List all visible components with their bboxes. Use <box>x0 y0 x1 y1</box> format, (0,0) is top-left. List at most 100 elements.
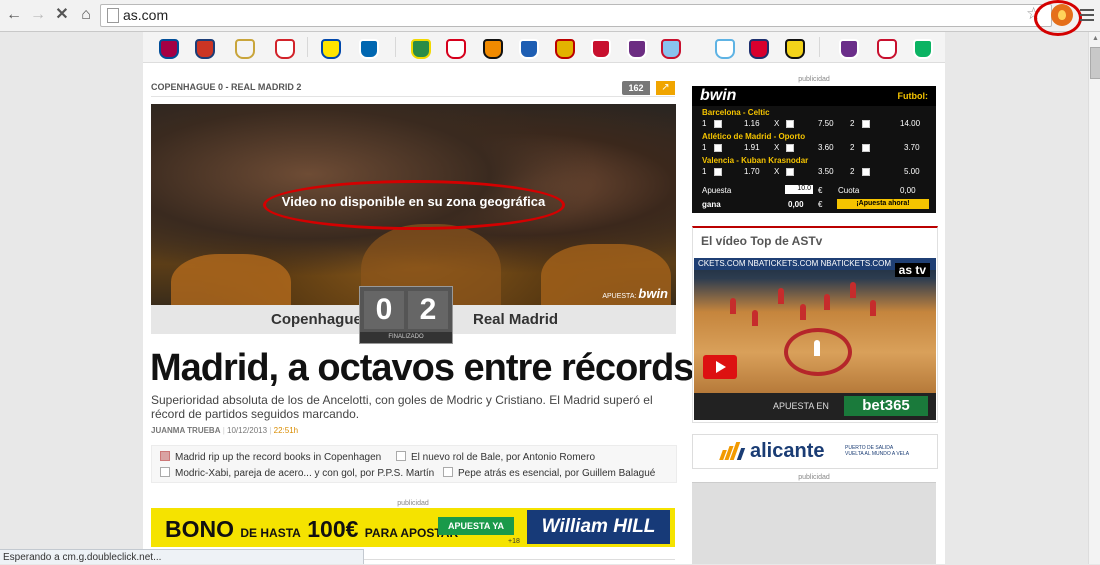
forward-arrow-icon[interactable]: → <box>28 5 48 25</box>
stake-input[interactable]: 10.0 <box>785 185 813 194</box>
odds-checkbox[interactable] <box>786 120 794 128</box>
odds-checkbox[interactable] <box>714 144 722 152</box>
page-scrollbar[interactable]: ▲ <box>1088 32 1100 564</box>
valencia-crest-icon[interactable] <box>483 39 503 59</box>
score-box[interactable]: 0 2 FINALIZADO <box>359 286 453 344</box>
related-link-text: El nuevo rol de Bale, por Antonio Romero <box>411 452 595 463</box>
ad-label: publicidad <box>798 474 830 481</box>
odds-checkbox[interactable] <box>862 168 870 176</box>
author-name[interactable]: JUANMA TRUEBA <box>151 426 220 435</box>
home-score: 0 <box>364 291 404 329</box>
sevilla-crest-icon[interactable] <box>446 39 466 59</box>
scroll-up-arrow-icon[interactable]: ▲ <box>1092 35 1099 42</box>
browser-toolbar: ← → ✕ ⌂ as.com ☆ <box>0 0 1100 36</box>
menu-icon[interactable] <box>1080 9 1094 24</box>
bet365-strip[interactable]: APUESTA EN bet365 <box>694 393 936 420</box>
malaga-crest-icon[interactable] <box>715 39 735 59</box>
scroll-thumb[interactable] <box>1090 47 1100 79</box>
bwin-logo[interactable]: bwin <box>700 87 736 105</box>
dancer-figure <box>752 310 758 326</box>
odds-value: 1.16 <box>744 119 760 128</box>
barcelona-crest-icon[interactable] <box>159 39 179 59</box>
alicante-banner[interactable]: alicante PUERTO DE SALIDA VUELTA AL MUND… <box>692 434 938 469</box>
odds-value: 3.70 <box>904 143 920 152</box>
quota-value: 0,00 <box>900 186 916 195</box>
bwin-header: bwin Futbol: <box>692 86 936 106</box>
related-link[interactable]: Madrid rip up the record books in Copenh… <box>160 451 381 463</box>
odds-value: 5.00 <box>904 167 920 176</box>
bwin-category: Futbol: <box>897 91 929 101</box>
comment-count-badge[interactable]: 162 <box>622 81 650 95</box>
related-link[interactable]: El nuevo rol de Bale, por Antonio Romero <box>396 451 595 463</box>
odds-label-2: 2 <box>850 167 855 176</box>
video-player[interactable]: Video no disponible en su zona geográfic… <box>151 104 676 305</box>
away-team-name[interactable]: Real Madrid <box>473 311 558 328</box>
mascot-figure <box>814 340 820 356</box>
bwin-bet-now-button[interactable]: ¡Apuesta ahora! <box>837 199 929 209</box>
home-icon[interactable]: ⌂ <box>76 5 96 25</box>
related-link[interactable]: Modric-Xabi, pareja de acero... y con go… <box>160 467 434 479</box>
odds-label-x: X <box>774 119 780 128</box>
levante-crest-icon[interactable] <box>627 39 647 59</box>
almeria-crest-icon[interactable] <box>877 39 897 59</box>
status-bar: Esperando a cm.g.doubleclick.net... <box>0 549 364 564</box>
bet365-logo: bet365 <box>844 396 928 416</box>
astv-video[interactable]: CKETS.COM NBATICKETS.COM NBATICKETS.COM … <box>694 258 936 393</box>
odds-value: 1.70 <box>744 167 760 176</box>
bono-prefix: BONO <box>165 516 234 542</box>
betis-crest-icon[interactable] <box>913 39 933 59</box>
getafe-crest-icon[interactable] <box>555 39 575 59</box>
match-state: FINALIZADO <box>360 332 452 343</box>
sail-logo-icon <box>719 442 746 460</box>
odds-checkbox[interactable] <box>862 120 870 128</box>
alicante-subtitle: PUERTO DE SALIDA VUELTA AL MUNDO A VELA <box>845 445 909 457</box>
bono-cta-button[interactable]: APUESTA YA <box>438 517 514 535</box>
address-bar[interactable]: as.com <box>100 4 1052 27</box>
elche-crest-icon[interactable] <box>411 39 431 59</box>
article-byline: JUANMA TRUEBA | 10/12/2013 | 22:51h <box>151 426 299 435</box>
real-sociedad-crest-icon[interactable] <box>359 39 379 59</box>
espanyol-crest-icon[interactable] <box>519 39 539 59</box>
related-link[interactable]: Pepe atrás es esencial, por Guillem Bala… <box>443 467 655 479</box>
dancer-figure <box>730 298 736 314</box>
athletic-crest-icon[interactable] <box>275 39 295 59</box>
odds-checkbox[interactable] <box>862 144 870 152</box>
odds-checkbox[interactable] <box>714 120 722 128</box>
william-hill-banner[interactable]: BONO DE HASTA 100€ PARA APOSTAR APUESTA … <box>151 508 675 547</box>
atletico-crest-icon[interactable] <box>195 39 215 59</box>
play-icon[interactable] <box>703 355 737 379</box>
odds-checkbox[interactable] <box>714 168 722 176</box>
stake-label: Apuesta <box>702 186 732 195</box>
dancer-figure <box>850 282 856 298</box>
uk-flag-icon <box>160 451 170 461</box>
article-headline[interactable]: Madrid, a octavos entre récords <box>150 347 694 390</box>
video-sponsor-brand: bwin <box>638 286 668 301</box>
alicante-name: alicante <box>750 440 825 462</box>
home-team-name[interactable]: Copenhague <box>271 311 362 328</box>
odds-value: 14.00 <box>900 119 921 128</box>
related-links: Madrid rip up the record books in Copenh… <box>151 445 677 483</box>
william-hill-logo: William HILL <box>527 510 670 544</box>
back-arrow-icon[interactable]: ← <box>4 5 24 25</box>
odds-checkbox[interactable] <box>786 144 794 152</box>
odds-value: 7.50 <box>818 119 834 128</box>
url-text[interactable]: as.com <box>123 7 168 23</box>
video-sponsor[interactable]: APUESTA: bwin <box>602 286 668 301</box>
stop-icon[interactable]: ✕ <box>52 5 72 25</box>
villarreal-crest-icon[interactable] <box>321 39 341 59</box>
bono-middle: DE HASTA <box>240 526 301 540</box>
dancer-figure <box>778 288 784 304</box>
share-arrow-icon[interactable]: ↗ <box>656 81 675 95</box>
osasuna-crest-icon[interactable] <box>749 39 769 59</box>
real-madrid-crest-icon[interactable] <box>235 39 255 59</box>
rayo-crest-icon[interactable] <box>785 39 805 59</box>
odds-checkbox[interactable] <box>786 168 794 176</box>
match-name: Atlético de Madrid - Oporto <box>702 132 806 141</box>
granada-crest-icon[interactable] <box>591 39 611 59</box>
match-name: Valencia - Kuban Krasnodar <box>702 156 809 165</box>
celta-crest-icon[interactable] <box>661 39 681 59</box>
astv-title[interactable]: El vídeo Top de ASTv <box>701 234 822 248</box>
currency-symbol: € <box>818 186 823 195</box>
age-label: +18 <box>508 538 520 545</box>
valladolid-crest-icon[interactable] <box>839 39 859 59</box>
